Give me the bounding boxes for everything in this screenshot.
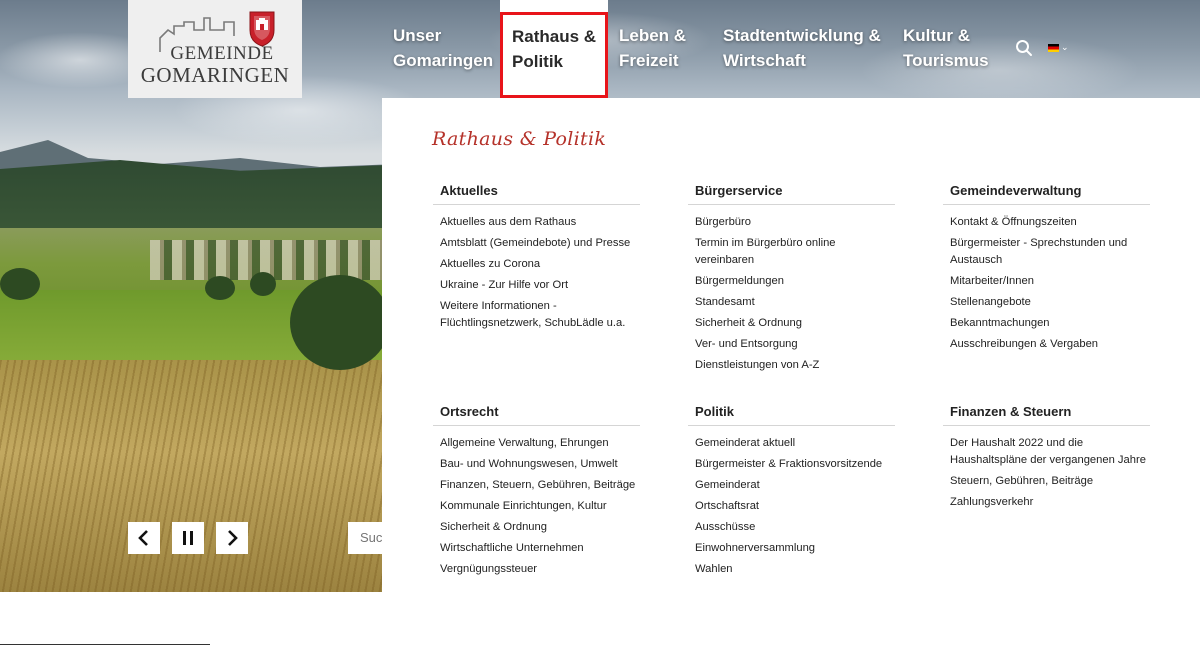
menu-link[interactable]: Wahlen: [695, 561, 895, 578]
column-heading[interactable]: Aktuelles: [433, 183, 640, 205]
menu-link[interactable]: Bau- und Wohnungswesen, Umwelt: [440, 456, 640, 473]
column-heading[interactable]: Finanzen & Steuern: [943, 404, 1150, 426]
menu-title: Rathaus & Politik: [432, 128, 607, 150]
chevron-down-icon[interactable]: ⌄: [1061, 42, 1069, 53]
search-input[interactable]: [360, 530, 382, 545]
nav-unser-gomaringen[interactable]: Unser Gomaringen: [393, 0, 493, 98]
chevron-left-icon: [138, 530, 148, 546]
menu-link[interactable]: Sicherheit & Ordnung: [695, 315, 895, 332]
nav-label-line1: Kultur &: [903, 26, 971, 45]
menu-link[interactable]: Stellenangebote: [950, 294, 1150, 311]
nav-stadtentwicklung-wirtschaft[interactable]: Stadtentwicklung & Wirtschaft: [723, 0, 881, 98]
menu-link[interactable]: Finanzen, Steuern, Gebühren, Beiträge: [440, 477, 650, 494]
tree: [0, 268, 40, 300]
column-heading[interactable]: Politik: [688, 404, 895, 426]
menu-link[interactable]: Ausschreibungen & Vergaben: [950, 336, 1150, 353]
menu-column-buergerservice: Bürgerservice Bürgerbüro Termin im Bürge…: [688, 183, 895, 378]
menu-link[interactable]: Bekanntmachungen: [950, 315, 1150, 332]
nav-leben-freizeit[interactable]: Leben & Freizeit: [619, 0, 686, 98]
nav-rathaus-politik[interactable]: Rathaus & Politik: [500, 12, 608, 98]
slider-prev-button[interactable]: [128, 522, 160, 554]
menu-link[interactable]: Termin im Bürgerbüro online vereinbaren: [695, 235, 845, 268]
divider: [0, 644, 210, 645]
menu-link[interactable]: Aktuelles aus dem Rathaus: [440, 214, 640, 231]
hero-search-field[interactable]: [348, 522, 382, 554]
nav-label-line2: Tourismus: [903, 51, 989, 70]
menu-link[interactable]: Ortschaftsrat: [695, 498, 895, 515]
menu-column-finanzen-steuern: Finanzen & Steuern Der Haushalt 2022 und…: [943, 404, 1150, 515]
menu-link[interactable]: Bürgermeister & Fraktionsvorsitzende: [695, 456, 910, 473]
menu-link[interactable]: Kommunale Einrichtungen, Kultur: [440, 498, 640, 515]
menu-link[interactable]: Mitarbeiter/Innen: [950, 273, 1150, 290]
menu-link[interactable]: Bürgerbüro: [695, 214, 895, 231]
menu-link[interactable]: Standesamt: [695, 294, 895, 311]
nav-label-line1: Unser: [393, 26, 442, 45]
menu-link[interactable]: Gemeinderat: [695, 477, 895, 494]
nav-kultur-tourismus[interactable]: Kultur & Tourismus: [903, 0, 989, 98]
menu-link[interactable]: Allgemeine Verwaltung, Ehrungen: [440, 435, 640, 452]
menu-link[interactable]: Steuern, Gebühren, Beiträge: [950, 473, 1150, 490]
menu-link[interactable]: Einwohnerversammlung: [695, 540, 895, 557]
logo-text-gomaringen: GOMARINGEN: [140, 63, 290, 87]
menu-link[interactable]: Dienstleistungen von A-Z: [695, 357, 895, 374]
menu-link[interactable]: Ausschüsse: [695, 519, 895, 536]
site-logo[interactable]: GEMEINDE GOMARINGEN: [128, 0, 302, 98]
column-heading[interactable]: Ortsrecht: [433, 404, 640, 426]
nav-label-line1: Leben &: [619, 26, 687, 45]
menu-column-aktuelles: Aktuelles Aktuelles aus dem Rathaus Amts…: [433, 183, 640, 336]
german-flag-icon[interactable]: [1048, 44, 1059, 52]
tree: [290, 275, 390, 370]
menu-link[interactable]: Ver- und Entsorgung: [695, 336, 895, 353]
nav-label-line1: Stadtentwicklung &: [723, 26, 881, 45]
menu-column-gemeindeverwaltung: Gemeindeverwaltung Kontakt & Öffnungszei…: [943, 183, 1150, 357]
nav-label-line2: Gomaringen: [393, 51, 494, 70]
nav-label-line2: Wirtschaft: [723, 51, 806, 70]
menu-column-ortsrecht: Ortsrecht Allgemeine Verwaltung, Ehrunge…: [433, 404, 640, 582]
menu-link[interactable]: Sicherheit & Ordnung: [440, 519, 640, 536]
nav-label-line2: Freizeit: [619, 51, 679, 70]
pause-icon: [183, 531, 193, 545]
menu-link[interactable]: Ukraine - Zur Hilfe vor Ort: [440, 277, 640, 294]
slider-pause-button[interactable]: [172, 522, 204, 554]
menu-link[interactable]: Weitere Informationen - Flüchtlingsnetzw…: [440, 298, 640, 331]
slider-next-button[interactable]: [216, 522, 248, 554]
menu-link[interactable]: Aktuelles zu Corona: [440, 256, 640, 273]
nav-label-line1: Rathaus &: [512, 27, 597, 46]
menu-link[interactable]: Kontakt & Öffnungszeiten: [950, 214, 1150, 231]
mega-menu-panel: Rathaus & Politik Aktuelles Aktuelles au…: [382, 98, 1200, 592]
nav-label-line2: Politik: [512, 52, 564, 71]
wheat-field: [0, 360, 400, 592]
menu-link[interactable]: Der Haushalt 2022 und die Haushaltspläne…: [950, 435, 1150, 468]
column-heading[interactable]: Gemeindeverwaltung: [943, 183, 1150, 205]
menu-link[interactable]: Bürgermeister - Sprechstunden und Austau…: [950, 235, 1135, 268]
menu-link[interactable]: Zahlungsverkehr: [950, 494, 1150, 511]
tree: [205, 276, 235, 300]
menu-link[interactable]: Vergnügungssteuer: [440, 561, 640, 578]
tree: [250, 272, 276, 296]
menu-column-politik: Politik Gemeinderat aktuell Bürgermeiste…: [688, 404, 895, 582]
menu-link[interactable]: Gemeinderat aktuell: [695, 435, 895, 452]
menu-link[interactable]: Wirtschaftliche Unternehmen: [440, 540, 640, 557]
search-icon[interactable]: [1015, 39, 1033, 57]
menu-link[interactable]: Bürgermeldungen: [695, 273, 895, 290]
logo-text-gemeinde: GEMEINDE: [170, 43, 274, 64]
column-heading[interactable]: Bürgerservice: [688, 183, 895, 205]
menu-link[interactable]: Amtsblatt (Gemeindebote) und Presse: [440, 235, 640, 252]
chevron-right-icon: [228, 530, 238, 546]
